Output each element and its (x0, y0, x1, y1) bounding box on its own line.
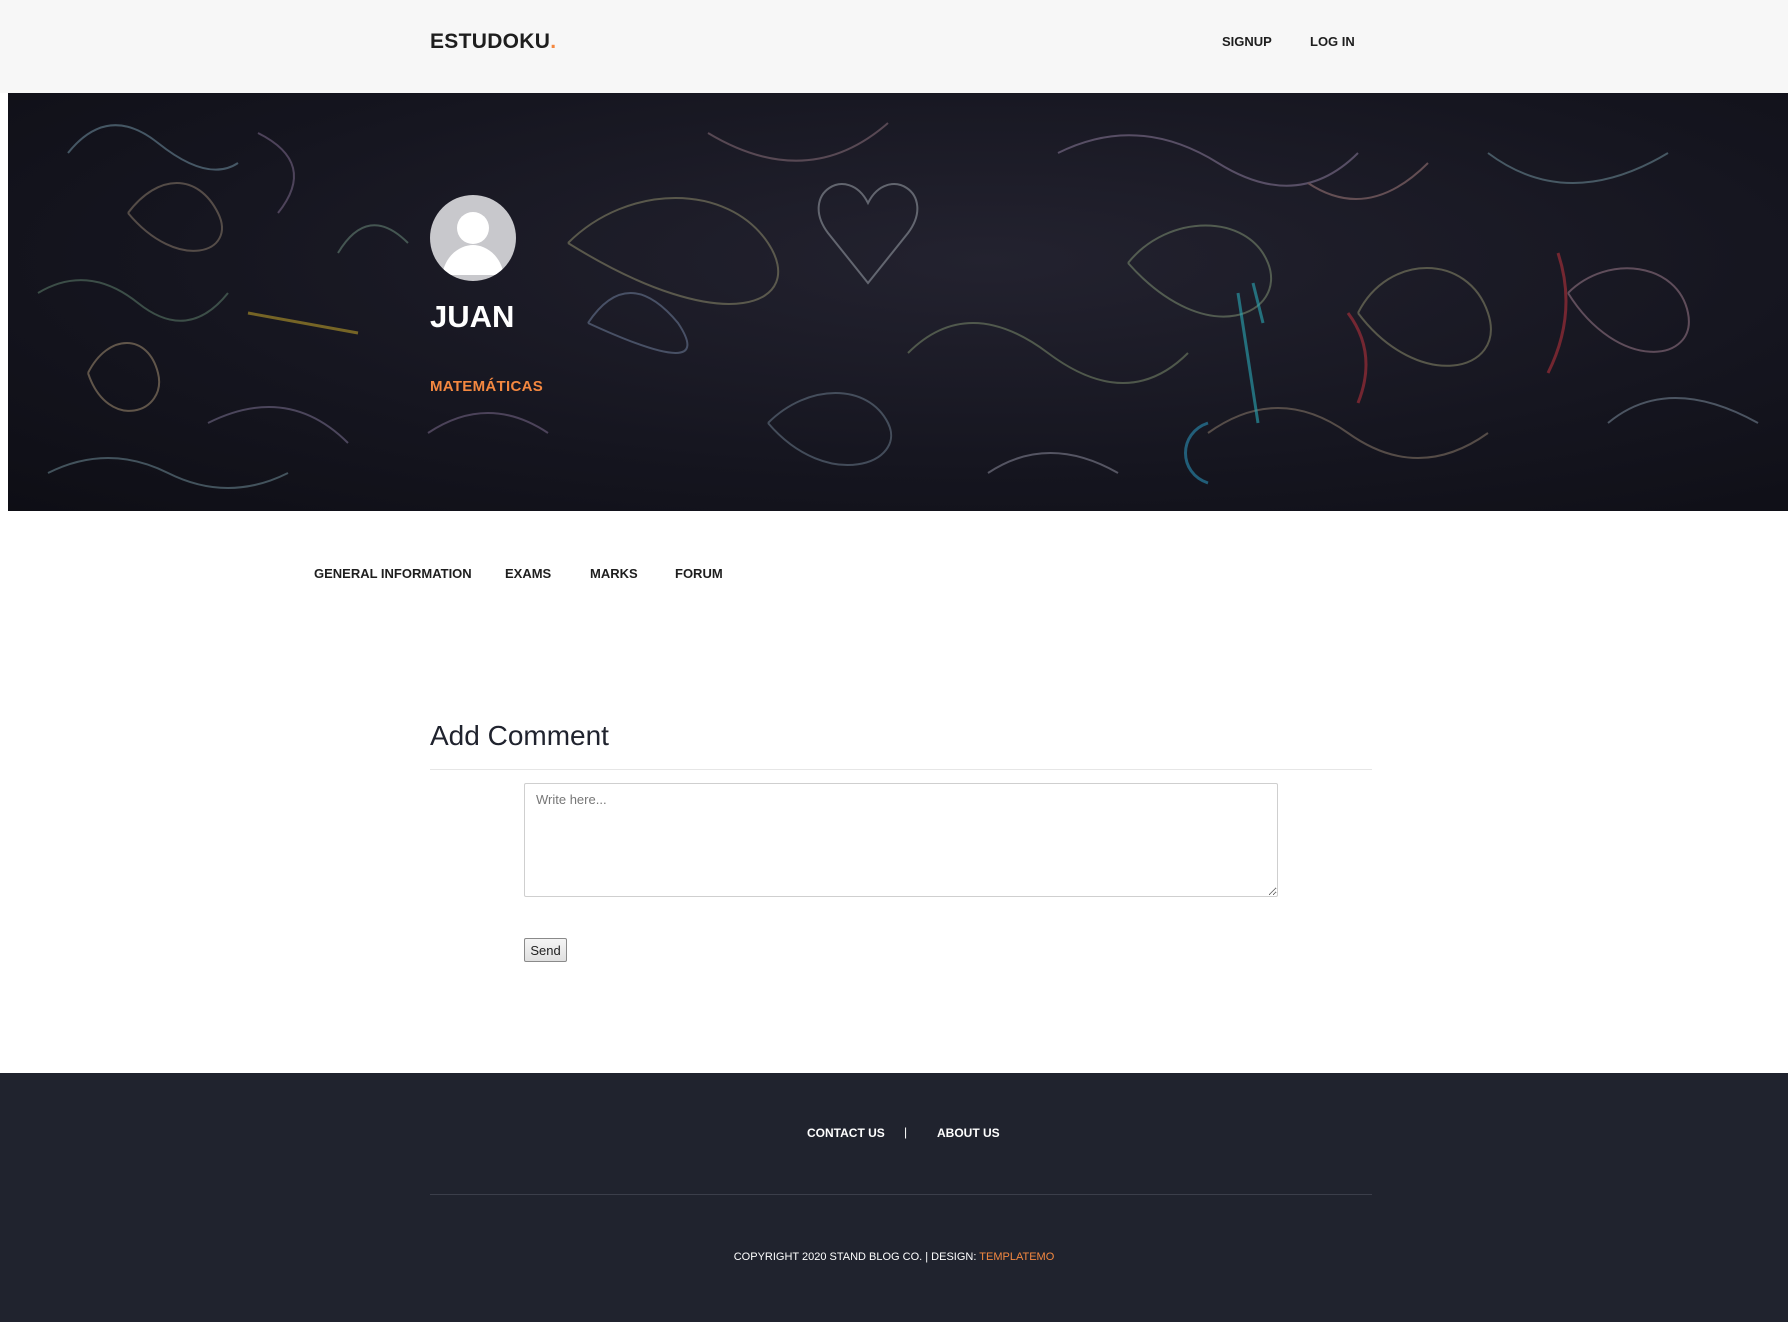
chalkboard-background (37, 122, 1759, 489)
logo-dot: . (550, 30, 557, 53)
comment-input[interactable] (524, 783, 1278, 897)
login-link[interactable]: LOG IN (1310, 34, 1355, 49)
footer-separator: | (904, 1125, 908, 1139)
signup-link[interactable]: SIGNUP (1222, 34, 1272, 49)
site-logo[interactable]: ESTUDOKU. (430, 30, 556, 54)
about-us-link[interactable]: ABOUT US (937, 1126, 1000, 1140)
tab-exams[interactable]: EXAMS (505, 566, 551, 581)
profile-hero-banner: JUAN MATEMÁTICAS (8, 93, 1788, 511)
copyright-prefix: COPYRIGHT 2020 STAND BLOG CO. | DESIGN: (733, 1251, 980, 1263)
tab-marks[interactable]: MARKS (590, 566, 638, 581)
site-header: ESTUDOKU. SIGNUP LOG IN (0, 0, 1788, 93)
tab-general-information[interactable]: GENERAL INFORMATION (314, 566, 472, 581)
templatemo-link[interactable]: TEMPLATEMO (979, 1251, 1054, 1263)
contact-us-link[interactable]: CONTACT US (807, 1126, 885, 1140)
logo-text: ESTUDOKU (430, 30, 551, 53)
send-button[interactable]: Send (524, 938, 567, 962)
divider (430, 769, 1372, 770)
copyright-text: COPYRIGHT 2020 STAND BLOG CO. | DESIGN: … (0, 1251, 1788, 1263)
add-comment-heading: Add Comment (430, 720, 609, 751)
tab-forum[interactable]: FORUM (675, 566, 723, 581)
profile-subject: MATEMÁTICAS (430, 378, 544, 395)
user-avatar-icon (430, 195, 516, 281)
footer-divider (430, 1194, 1372, 1195)
profile-name: JUAN (430, 299, 515, 334)
site-footer: CONTACT US | ABOUT US COPYRIGHT 2020 STA… (0, 1073, 1788, 1322)
